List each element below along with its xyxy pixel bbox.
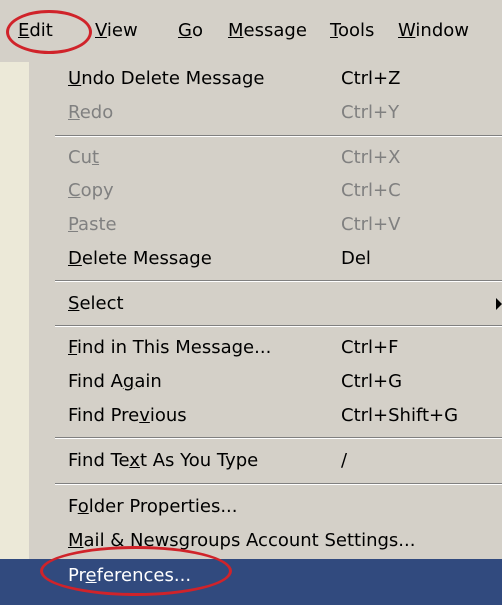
menu-item-label: Delete Message [68, 248, 212, 269]
menu-item-copy[interactable]: Copy Ctrl+C [0, 174, 502, 208]
submenu-arrow-icon [496, 298, 502, 310]
menu-tools-mnemonic: T [330, 20, 338, 41]
menu-separator [55, 135, 502, 137]
menu-item-label: Undo Delete Message [68, 68, 265, 89]
menu-item-shortcut: / [341, 450, 348, 471]
menu-item-delete-message[interactable]: Delete Message Del [0, 242, 502, 276]
menu-item-label: Find Again [68, 371, 162, 392]
menu-item-select[interactable]: Select [0, 287, 502, 321]
menu-bar: Edit View Go Message Tools Window [0, 0, 502, 62]
menu-item-shortcut: Ctrl+X [341, 147, 401, 168]
menu-item-label: Copy [68, 180, 114, 201]
menu-item-redo[interactable]: Redo Ctrl+Y [0, 96, 502, 130]
menu-item-label: Mail & Newsgroups Account Settings... [68, 530, 416, 551]
menu-item-undo[interactable]: Undo Delete Message Ctrl+Z [0, 62, 502, 96]
menu-item-shortcut: Del [341, 248, 371, 269]
menu-item-shortcut: Ctrl+V [341, 214, 401, 235]
menu-tools[interactable]: Tools [330, 18, 374, 44]
menu-item-label: Cut [68, 147, 100, 168]
menu-go-mnemonic: G [178, 20, 192, 41]
menu-item-shortcut: Ctrl+Y [341, 102, 400, 123]
menu-item-shortcut: Ctrl+C [341, 180, 401, 201]
menu-item-find-in-message[interactable]: Find in This Message... Ctrl+F [0, 331, 502, 365]
menu-item-find-previous[interactable]: Find Previous Ctrl+Shift+G [0, 399, 502, 433]
menu-item-preferences[interactable]: Preferences... [0, 559, 502, 605]
menu-edit[interactable]: Edit [18, 18, 53, 44]
menu-item-label: Folder Properties... [68, 496, 238, 517]
menu-view-mnemonic: V [95, 20, 107, 41]
menu-message-mnemonic: M [228, 20, 244, 41]
menu-view-label: iew [106, 20, 138, 41]
menu-item-label: Find Previous [68, 405, 187, 426]
menu-item-label: Paste [68, 214, 117, 235]
menu-item-shortcut: Ctrl+Shift+G [341, 405, 459, 426]
menu-item-label: Select [68, 293, 124, 314]
menu-item-shortcut: Ctrl+G [341, 371, 403, 392]
menu-tools-label: ools [337, 20, 375, 41]
menu-item-cut[interactable]: Cut Ctrl+X [0, 141, 502, 175]
menu-edit-mnemonic: E [18, 20, 30, 41]
menu-item-label: Find Text As You Type [68, 450, 259, 471]
menu-message[interactable]: Message [228, 18, 307, 44]
menu-item-account-settings[interactable]: Mail & Newsgroups Account Settings... [0, 524, 502, 558]
menu-message-label: essage [243, 20, 307, 41]
menu-item-paste[interactable]: Paste Ctrl+V [0, 208, 502, 242]
menu-separator [55, 325, 502, 327]
menu-window[interactable]: Window [398, 18, 469, 44]
menu-item-label: Find in This Message... [68, 337, 272, 358]
menu-item-shortcut: Ctrl+F [341, 337, 399, 358]
menu-item-label: Preferences... [68, 565, 192, 586]
menu-separator [55, 437, 502, 439]
menu-item-find-again[interactable]: Find Again Ctrl+G [0, 365, 502, 399]
menu-go-label: o [191, 20, 203, 41]
menu-separator [55, 280, 502, 282]
menu-item-label: Redo [68, 102, 114, 123]
menu-separator [55, 483, 502, 485]
menu-window-label: indow [415, 20, 469, 41]
menu-view[interactable]: View [95, 18, 138, 44]
menu-go[interactable]: Go [178, 18, 203, 44]
menu-window-mnemonic: W [398, 20, 416, 41]
menu-item-find-as-you-type[interactable]: Find Text As You Type / [0, 444, 502, 478]
menu-edit-label: dit [29, 20, 53, 41]
menu-item-shortcut: Ctrl+Z [341, 68, 401, 89]
menu-item-folder-properties[interactable]: Folder Properties... [0, 490, 502, 524]
edit-menu-dropdown: Undo Delete Message Ctrl+Z Redo Ctrl+Y C… [0, 62, 502, 605]
